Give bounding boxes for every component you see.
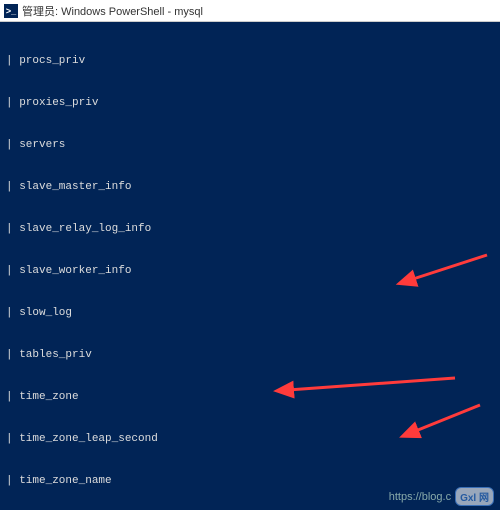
table-list-item: | slow_log (6, 306, 494, 320)
powershell-icon: >_ (4, 4, 18, 18)
table-list-item: | time_zone_name (6, 474, 494, 488)
table-list-item: | slave_relay_log_info (6, 222, 494, 236)
window-titlebar: >_ 管理员: Windows PowerShell - mysql (0, 0, 500, 22)
table-list-item: | servers (6, 138, 494, 152)
table-list-item: | time_zone_leap_second (6, 432, 494, 446)
table-list-item: | time_zone (6, 390, 494, 404)
table-list-item: | slave_worker_info (6, 264, 494, 278)
window-title: 管理员: Windows PowerShell - mysql (22, 3, 203, 19)
terminal-output[interactable]: | procs_priv | proxies_priv | servers | … (0, 22, 500, 510)
table-list-item: | procs_priv (6, 54, 494, 68)
watermark-badge: Gxl 网 (455, 487, 494, 506)
watermark: https://blog.c Gxl 网 (389, 487, 494, 506)
watermark-url: https://blog.c (389, 491, 451, 503)
table-list-item: | proxies_priv (6, 96, 494, 110)
table-list-item: | tables_priv (6, 348, 494, 362)
table-list-item: | slave_master_info (6, 180, 494, 194)
